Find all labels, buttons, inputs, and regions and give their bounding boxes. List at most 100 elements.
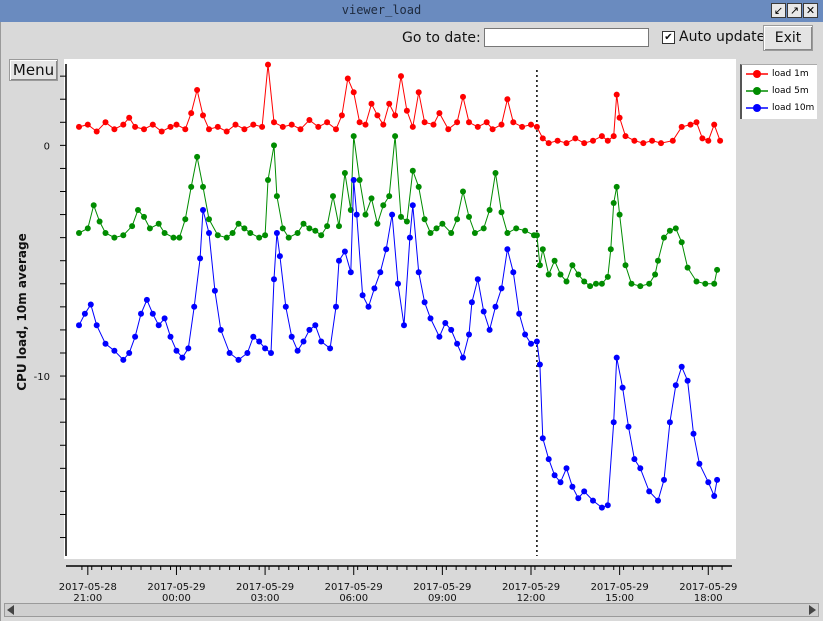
data-point bbox=[368, 100, 375, 107]
data-point bbox=[533, 123, 540, 130]
data-point bbox=[185, 345, 192, 352]
data-point bbox=[714, 476, 721, 483]
data-point bbox=[356, 119, 363, 126]
data-point bbox=[359, 292, 366, 299]
data-point bbox=[557, 271, 564, 278]
data-point bbox=[409, 123, 416, 130]
data-point bbox=[613, 91, 620, 98]
data-point bbox=[409, 167, 416, 174]
scroll-right-icon[interactable] bbox=[809, 605, 816, 615]
x-tick-label-date: 2017-05-29 bbox=[679, 582, 737, 593]
data-point bbox=[403, 218, 410, 225]
data-point bbox=[395, 280, 401, 287]
data-point bbox=[315, 123, 322, 130]
data-point bbox=[448, 230, 455, 236]
data-point bbox=[430, 121, 437, 128]
data-point bbox=[235, 356, 242, 363]
data-point bbox=[377, 269, 384, 276]
data-point bbox=[516, 310, 523, 317]
data-point bbox=[259, 123, 266, 130]
data-point bbox=[229, 230, 236, 236]
data-point bbox=[341, 248, 348, 255]
data-point bbox=[149, 310, 156, 317]
data-point bbox=[628, 280, 635, 287]
data-point bbox=[717, 137, 724, 144]
data-point bbox=[504, 230, 511, 236]
data-point bbox=[176, 234, 183, 241]
legend-label-load-10m: load 10m bbox=[772, 103, 815, 113]
data-point bbox=[96, 218, 103, 225]
data-point bbox=[365, 303, 372, 310]
data-point bbox=[200, 183, 206, 190]
data-point bbox=[141, 213, 147, 220]
data-point bbox=[415, 89, 422, 96]
data-point bbox=[135, 207, 141, 213]
data-point bbox=[492, 303, 499, 310]
data-point bbox=[138, 310, 144, 317]
data-point bbox=[161, 315, 168, 322]
data-point bbox=[661, 234, 667, 241]
data-point bbox=[111, 347, 118, 354]
data-point bbox=[466, 213, 472, 220]
legend-label-load-1m: load 1m bbox=[772, 69, 809, 79]
data-point bbox=[622, 262, 629, 269]
data-point bbox=[646, 488, 653, 495]
data-point bbox=[471, 230, 478, 236]
scroll-left-icon[interactable] bbox=[7, 605, 14, 615]
data-point bbox=[604, 273, 611, 280]
data-point bbox=[693, 119, 700, 126]
data-point bbox=[652, 271, 659, 278]
data-point bbox=[510, 269, 517, 276]
data-point bbox=[194, 87, 201, 93]
data-point bbox=[684, 264, 691, 271]
data-point bbox=[386, 100, 393, 107]
data-point bbox=[468, 299, 475, 306]
data-point bbox=[666, 227, 673, 234]
data-point bbox=[448, 326, 455, 333]
x-tick-label-date: 2017-05-29 bbox=[502, 582, 560, 593]
data-point bbox=[466, 119, 472, 126]
data-point bbox=[504, 96, 511, 103]
data-point bbox=[76, 322, 82, 329]
data-point bbox=[380, 202, 387, 209]
data-point bbox=[649, 137, 656, 144]
data-point bbox=[197, 255, 204, 262]
data-point bbox=[132, 123, 139, 130]
data-point bbox=[613, 354, 620, 361]
data-point bbox=[279, 225, 286, 232]
data-point bbox=[711, 280, 718, 287]
data-point bbox=[341, 170, 348, 176]
data-point bbox=[616, 211, 623, 218]
data-point bbox=[421, 119, 428, 126]
data-point bbox=[539, 135, 546, 142]
data-point bbox=[640, 140, 647, 147]
data-point bbox=[338, 112, 345, 119]
data-point bbox=[637, 283, 644, 290]
data-point bbox=[392, 112, 399, 119]
data-point bbox=[306, 117, 313, 123]
horizontal-scrollbar[interactable] bbox=[4, 603, 819, 617]
data-point bbox=[607, 246, 614, 253]
data-point bbox=[631, 137, 638, 144]
data-point bbox=[593, 280, 599, 287]
data-point bbox=[211, 287, 218, 294]
data-point bbox=[170, 234, 177, 241]
data-point bbox=[439, 220, 446, 227]
data-point bbox=[454, 119, 461, 126]
data-point bbox=[265, 177, 271, 183]
data-point bbox=[111, 126, 118, 133]
data-point bbox=[102, 230, 109, 236]
data-point bbox=[336, 223, 342, 230]
data-point bbox=[536, 361, 543, 368]
data-point bbox=[528, 121, 534, 128]
data-point bbox=[273, 193, 280, 200]
data-point bbox=[415, 269, 422, 276]
data-point bbox=[223, 234, 230, 241]
data-point bbox=[454, 340, 461, 347]
data-point bbox=[173, 121, 180, 128]
legend-marker-load-1m bbox=[746, 70, 768, 78]
data-point bbox=[294, 347, 301, 354]
data-point bbox=[460, 354, 466, 361]
data-point bbox=[480, 308, 487, 315]
data-point bbox=[297, 126, 304, 133]
